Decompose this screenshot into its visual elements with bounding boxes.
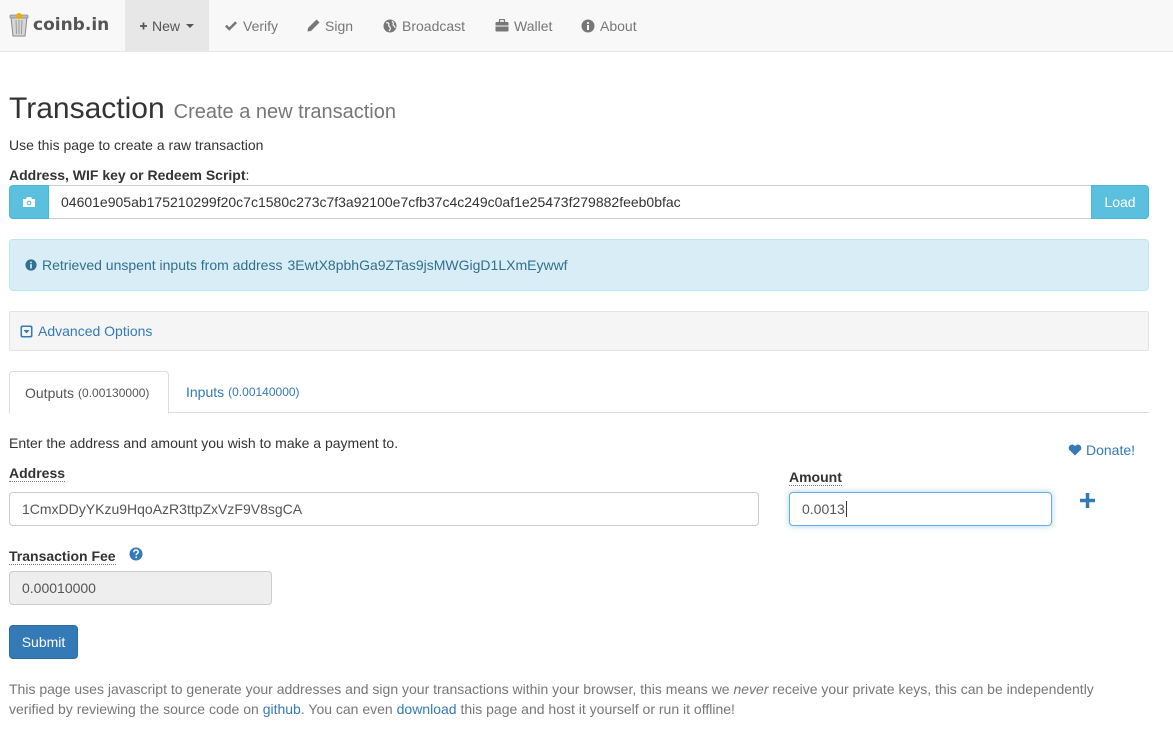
page-title: Transaction Create a new transaction	[9, 92, 396, 126]
nav-new-label: New	[151, 17, 180, 34]
address-wif-redeem-input[interactable]: 04601e905ab175210299f20c7c1580c273c7f3a9…	[49, 185, 1091, 219]
camera-icon	[23, 197, 35, 207]
check-icon	[225, 20, 237, 31]
navbar: coinb.in New Verify Sign Broadcast Walle…	[0, 0, 1173, 52]
brand-logo[interactable]: coinb.in	[9, 11, 109, 39]
footer-text-4: this page and host it yourself or run it…	[456, 701, 735, 717]
plus-icon	[1080, 493, 1095, 508]
output-address-label: Address	[9, 465, 66, 482]
nav-wallet-label: Wallet	[514, 17, 553, 34]
address-input-group: 04601e905ab175210299f20c7c1580c273c7f3a9…	[9, 185, 1149, 219]
alert-address-link[interactable]: 3EwtX8pbhGa9ZTas9jsMWGigD1LXmEywwf	[287, 257, 567, 273]
transaction-fee-label: Transaction Fee	[9, 548, 116, 565]
info-circle-icon	[25, 259, 37, 271]
bitcoin-bin-icon	[9, 13, 29, 37]
collapse-down-icon	[20, 325, 33, 337]
footer-emphasis: never	[733, 681, 769, 697]
globe-icon	[383, 19, 397, 32]
text-cursor	[845, 501, 847, 517]
heart-icon	[1068, 444, 1082, 456]
pencil-icon	[307, 19, 320, 32]
output-amount-input[interactable]: 0.0013	[789, 492, 1052, 526]
address-input-label-suffix: :	[245, 167, 250, 183]
tab-outputs[interactable]: Outputs (0.00130000)	[9, 371, 169, 414]
caret-down-icon	[186, 23, 194, 28]
tab-inputs[interactable]: Inputs (0.00140000)	[171, 371, 315, 413]
page-subtitle: Create a new transaction	[173, 101, 396, 123]
address-input-label: Address, WIF key or Redeem Script:	[9, 167, 249, 183]
tab-outputs-amount: (0.00130000)	[78, 385, 150, 400]
nav-broadcast-label: Broadcast	[402, 17, 466, 34]
load-button[interactable]: Load	[1091, 185, 1149, 219]
nav-about[interactable]: About	[566, 0, 652, 51]
outputs-intro: Enter the address and amount you wish to…	[9, 435, 399, 451]
address-input-label-text: Address, WIF key or Redeem Script	[9, 167, 246, 183]
camera-button[interactable]	[9, 185, 49, 219]
github-link[interactable]: github	[263, 701, 301, 717]
add-output-button[interactable]	[1080, 493, 1095, 511]
info-alert: Retrieved unspent inputs from address 3E…	[9, 239, 1149, 291]
nav-broadcast[interactable]: Broadcast	[368, 0, 480, 51]
download-link[interactable]: download	[397, 701, 457, 717]
donate-label: Donate!	[1086, 442, 1136, 458]
page-title-text: Transaction	[9, 92, 165, 125]
tab-inputs-label: Inputs	[186, 384, 225, 400]
plus-icon	[140, 22, 147, 29]
output-amount-label: Amount	[789, 469, 842, 486]
briefcase-icon	[495, 19, 509, 32]
nav-verify-label: Verify	[243, 17, 279, 34]
submit-button[interactable]: Submit	[9, 625, 78, 659]
tab-outputs-label: Outputs	[25, 384, 75, 401]
donate-link[interactable]: Donate!	[1068, 442, 1135, 458]
nav-wallet[interactable]: Wallet	[480, 0, 567, 51]
tab-inputs-amount: (0.00140000)	[228, 385, 300, 399]
nav-sign[interactable]: Sign	[292, 0, 368, 51]
footer-note: This page uses javascript to generate yo…	[9, 679, 1139, 719]
fee-help-button[interactable]	[129, 547, 143, 564]
footer-text-1: This page uses javascript to generate yo…	[9, 681, 734, 697]
advanced-options-toggle[interactable]: Advanced Options	[9, 311, 1149, 351]
footer-text-3: . You can even	[300, 701, 397, 717]
info-icon	[581, 19, 595, 32]
advanced-options-label: Advanced Options	[38, 323, 153, 339]
nav-verify[interactable]: Verify	[209, 0, 293, 51]
brand-name: coinb.in	[33, 15, 110, 35]
tab-bar: Outputs (0.00130000) Inputs (0.00140000)	[9, 371, 1149, 414]
transaction-fee-input[interactable]: 0.00010000	[9, 571, 272, 605]
nav-about-label: About	[600, 17, 637, 34]
question-circle-icon	[129, 547, 143, 561]
nav-sign-label: Sign	[325, 17, 354, 34]
alert-text: Retrieved unspent inputs from address	[42, 257, 283, 273]
output-amount-value: 0.0013	[802, 501, 845, 517]
output-address-input[interactable]: 1CmxDDyYKzu9HqoAzR3ttpZxVzF9V8sgCA	[9, 492, 759, 526]
nav-new[interactable]: New	[125, 0, 209, 51]
page-intro: Use this page to create a raw transactio…	[9, 137, 264, 153]
